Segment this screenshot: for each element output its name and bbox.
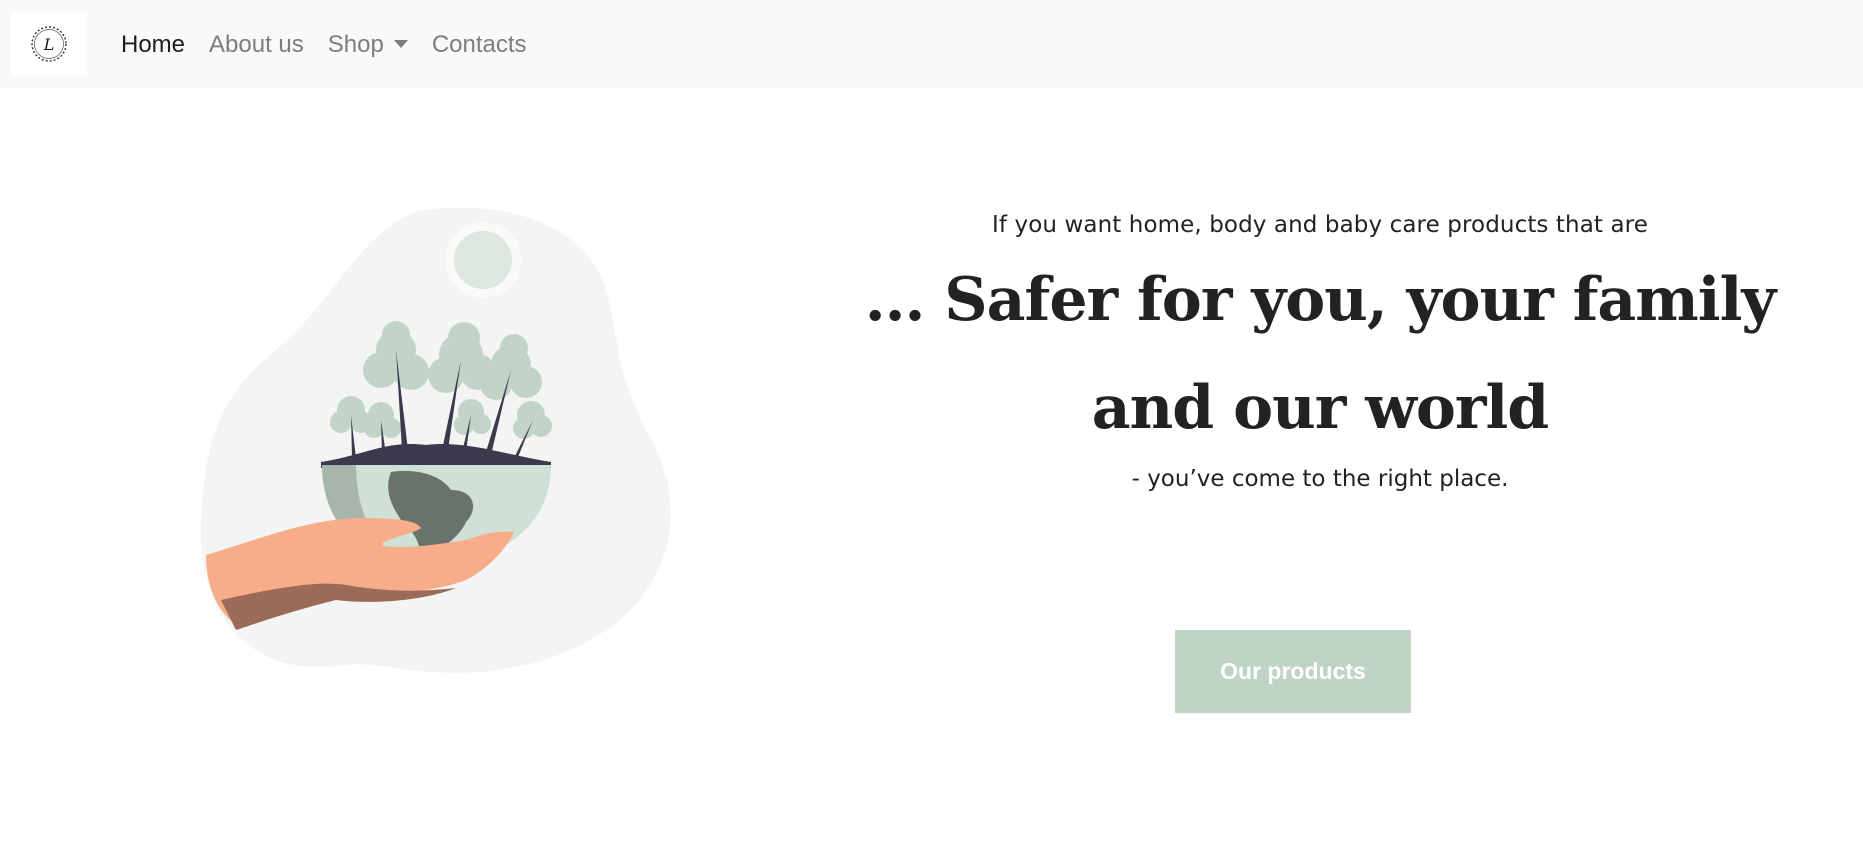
hero-text-block: If you want home, body and baby care pro… [820, 200, 1820, 492]
our-products-button[interactable]: Our products [1175, 630, 1411, 713]
hero-intro: If you want home, body and baby care pro… [992, 212, 1648, 238]
hero-outro: - you’ve come to the right place. [1131, 466, 1509, 492]
brand-logo[interactable]: L [11, 13, 86, 75]
sun-icon [445, 222, 521, 298]
nav-about-label: About us [209, 31, 304, 58]
nav-home-label: Home [121, 31, 186, 58]
nav-shop-dropdown[interactable]: Shop [328, 31, 408, 57]
nav-contacts[interactable]: Contacts [432, 31, 527, 57]
nav-shop-label: Shop [327, 31, 384, 58]
nav-home[interactable]: Home [121, 31, 185, 57]
nav-contacts-label: Contacts [431, 31, 527, 58]
nav-about-us[interactable]: About us [209, 31, 304, 57]
wreath-logo-icon: L [30, 26, 67, 62]
top-navbar: L Home About us Shop Contacts [0, 0, 1863, 88]
hero-headline: ... Safer for you, your family and our w… [864, 265, 1777, 443]
hand-holding-earth-illustration [200, 207, 671, 673]
caret-down-icon [393, 40, 408, 48]
svg-text:L: L [42, 35, 54, 54]
